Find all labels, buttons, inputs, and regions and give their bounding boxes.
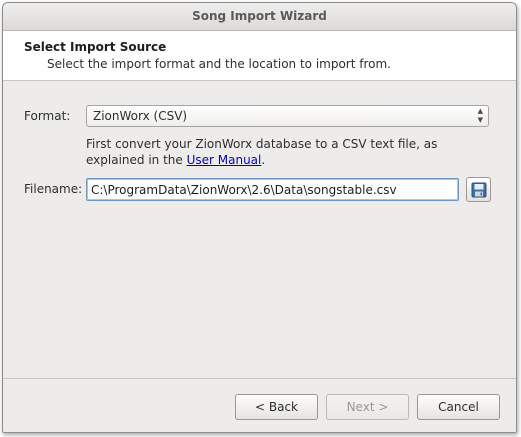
cancel-button[interactable]: Cancel bbox=[417, 394, 500, 420]
next-button[interactable]: Next > bbox=[326, 394, 409, 420]
filename-label: Filename: bbox=[24, 182, 83, 196]
format-label: Format: bbox=[24, 109, 71, 123]
wizard-content: Format: ZionWorx (CSV) ▲ ▼ First convert … bbox=[3, 81, 516, 381]
updown-arrows-icon: ▲ ▼ bbox=[477, 107, 483, 124]
format-hint: First convert your ZionWorx database to … bbox=[86, 136, 496, 168]
wizard-header: Select Import Source Select the import f… bbox=[3, 31, 516, 81]
floppy-disk-icon bbox=[471, 182, 487, 198]
browse-button[interactable] bbox=[466, 177, 491, 202]
page-subtitle: Select the import format and the locatio… bbox=[47, 57, 391, 71]
format-select[interactable]: ZionWorx (CSV) ▲ ▼ bbox=[86, 105, 489, 127]
window-title: Song Import Wizard bbox=[3, 3, 516, 31]
user-manual-link[interactable]: User Manual bbox=[187, 153, 262, 167]
wizard-window: Song Import Wizard Select Import Source … bbox=[2, 2, 517, 433]
filename-input[interactable] bbox=[86, 178, 459, 201]
wizard-footer: < Back Next > Cancel bbox=[3, 378, 516, 432]
page-title: Select Import Source bbox=[24, 40, 167, 54]
hint-suffix: . bbox=[261, 153, 266, 167]
format-selected-value: ZionWorx (CSV) bbox=[93, 109, 188, 123]
back-button[interactable]: < Back bbox=[235, 394, 318, 420]
